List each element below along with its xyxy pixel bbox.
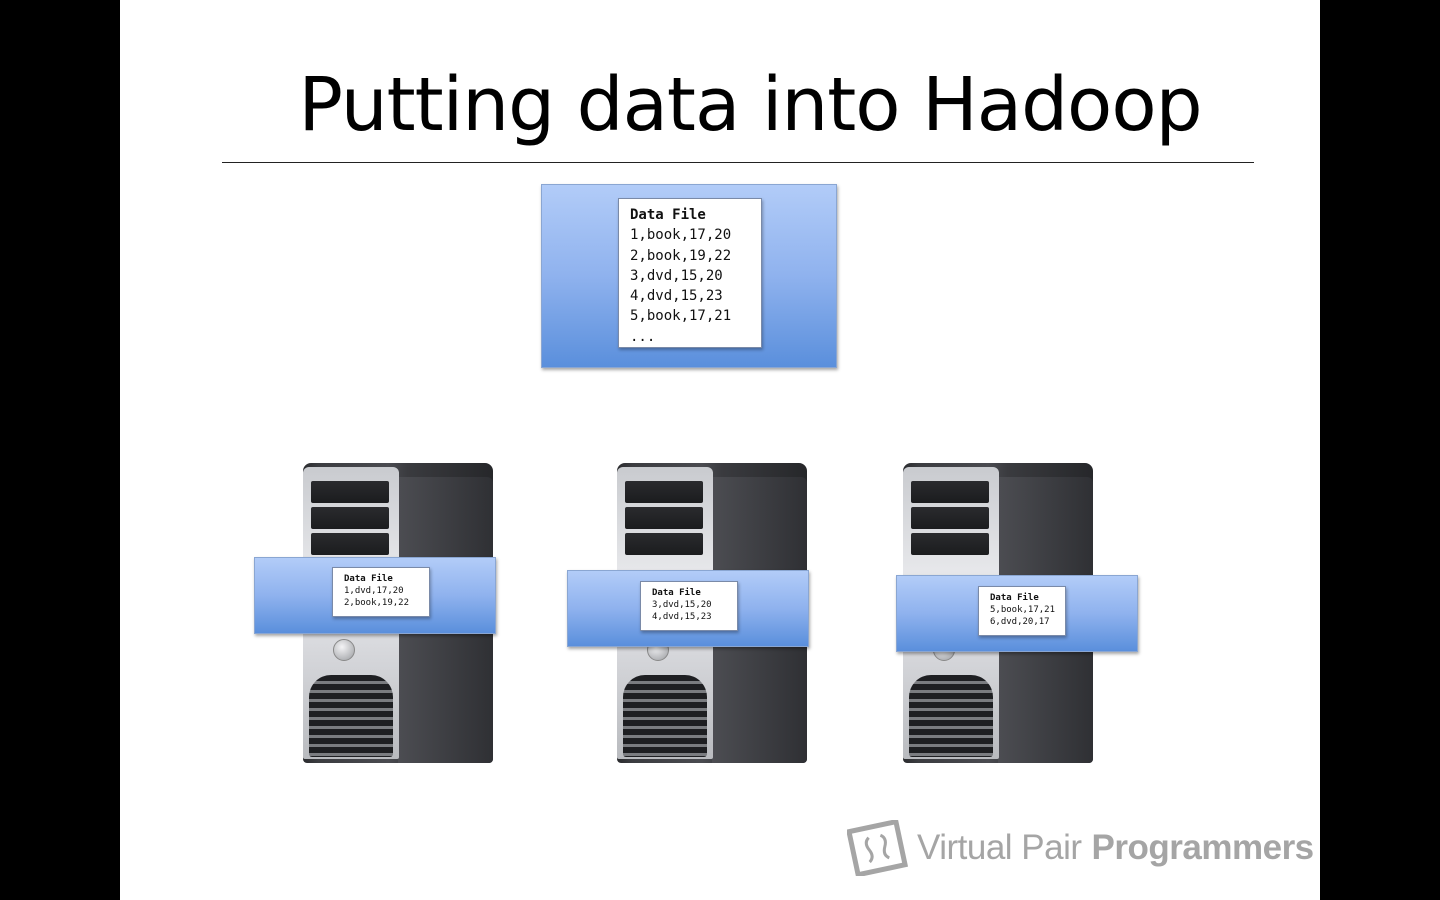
slide-title: Putting data into Hadoop xyxy=(298,62,1202,148)
node-file-card: Data File 1,dvd,17,20 2,book,19,22 xyxy=(332,567,430,617)
title-divider xyxy=(222,162,1254,163)
node-file-line: 6,dvd,20,17 xyxy=(990,617,1050,627)
slide: Putting data into Hadoop Data File 1,boo… xyxy=(120,0,1320,900)
source-file-line: ... xyxy=(630,328,656,345)
brand-name-bold: Programmers xyxy=(1091,828,1315,867)
node-file-header: Data File xyxy=(344,574,393,584)
source-file-line: 1,book,17,20 xyxy=(630,227,732,244)
node-file-line: 3,dvd,15,20 xyxy=(652,600,712,610)
brand-mark-icon xyxy=(847,820,909,876)
source-file-line: 3,dvd,15,20 xyxy=(630,267,723,284)
node-file-banner: Data File 5,book,17,21 6,dvd,20,17 xyxy=(896,575,1138,652)
node-file-banner: Data File 3,dvd,15,20 4,dvd,15,23 xyxy=(567,570,809,647)
node-file-header: Data File xyxy=(652,588,701,598)
brand-logo: Virtual Pair Programmers xyxy=(847,820,1314,876)
source-file-line: 2,book,19,22 xyxy=(630,247,732,264)
brand-name-light: Virtual Pair xyxy=(917,828,1082,867)
node-file-line: 5,book,17,21 xyxy=(990,605,1056,615)
source-file-line: 5,book,17,21 xyxy=(630,308,732,325)
node-file-line: 4,dvd,15,23 xyxy=(652,612,712,622)
node-file-line: 1,dvd,17,20 xyxy=(344,586,404,596)
node-file-line: 2,book,19,22 xyxy=(344,598,410,608)
source-file-line: 4,dvd,15,23 xyxy=(630,288,723,305)
node-file-card: Data File 3,dvd,15,20 4,dvd,15,23 xyxy=(640,581,738,631)
source-file-banner: Data File 1,book,17,20 2,book,19,22 3,dv… xyxy=(541,184,837,368)
source-file-header: Data File xyxy=(630,207,706,223)
node-file-banner: Data File 1,dvd,17,20 2,book,19,22 xyxy=(254,557,496,634)
node-file-header: Data File xyxy=(990,593,1039,603)
source-file-card: Data File 1,book,17,20 2,book,19,22 3,dv… xyxy=(618,198,762,348)
node-file-card: Data File 5,book,17,21 6,dvd,20,17 xyxy=(978,586,1066,636)
